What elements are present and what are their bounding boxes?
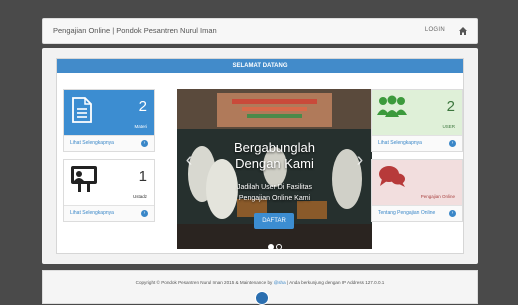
users-icon	[377, 95, 407, 117]
panel-title: SELAMAT DATANG	[57, 59, 463, 73]
slide-text-line2: Pengajian Online Kami	[238, 195, 311, 202]
card-materi: 2 Materi Lihat Selengkapnya ›	[63, 89, 155, 152]
footer-logo-icon	[255, 291, 269, 305]
login-link[interactable]: LOGIN	[425, 27, 445, 33]
chat-bubbles-icon	[379, 166, 405, 187]
materi-label: Materi	[134, 124, 147, 129]
arrow-circle-icon: ›	[141, 210, 148, 217]
slide-heading-line1: Bergabunglah	[234, 140, 315, 155]
user-link[interactable]: Lihat Selengkapnya ›	[372, 135, 462, 151]
arrow-circle-icon: ›	[449, 210, 456, 217]
ustadz-label: Ustadz	[132, 194, 147, 199]
main-container: SELAMAT DATANG 2 Materi Lihat Selengkapn…	[42, 48, 478, 264]
carousel-indicators	[177, 237, 372, 249]
document-icon	[72, 97, 92, 123]
welcome-panel: SELAMAT DATANG 2 Materi Lihat Selengkapn…	[56, 58, 464, 254]
navbar: Pengajian Online | Pondok Pesantren Nuru…	[42, 18, 478, 44]
arrow-circle-icon: ›	[141, 140, 148, 147]
card-ustadz: 1 Ustadz Lihat Selengkapnya ›	[63, 159, 155, 222]
pengajian-link-label: Tentang Pengajian Online	[378, 210, 436, 216]
ustadz-count: 1	[138, 168, 147, 185]
carousel-dot-2[interactable]	[275, 244, 282, 249]
materi-link-label: Lihat Selengkapnya	[70, 140, 114, 146]
slide-heading-line2: Dengan Kami	[235, 156, 314, 171]
footer-text: Copyright © Pondok Pesantren Nurul Iman …	[43, 280, 477, 285]
pengajian-link[interactable]: Tentang Pengajian Online ›	[372, 205, 462, 221]
daftar-button[interactable]: DAFTAR	[254, 213, 294, 229]
user-label: USER	[442, 124, 455, 129]
footer: Copyright © Pondok Pesantren Nurul Iman …	[42, 270, 478, 305]
footer-copyright: Copyright © Pondok Pesantren Nurul Iman …	[135, 280, 274, 285]
brand-title[interactable]: Pengajian Online | Pondok Pesantren Nuru…	[53, 26, 217, 35]
user-count: 2	[446, 98, 455, 115]
ustadz-link-label: Lihat Selengkapnya	[70, 210, 114, 216]
footer-maintainer-link[interactable]: @sha	[274, 280, 286, 285]
user-link-label: Lihat Selengkapnya	[378, 140, 422, 146]
pengajian-label: Pengajian Online	[420, 194, 455, 199]
footer-ip-text: | Anda berkunjung dengan IP Address 127.…	[285, 280, 385, 285]
ustadz-link[interactable]: Lihat Selengkapnya ›	[64, 205, 154, 221]
carousel-dot-1[interactable]	[267, 244, 274, 249]
carousel: ‹ › Bergabunglah Dengan Kami Jadilah Use…	[177, 89, 372, 249]
arrow-circle-icon: ›	[449, 140, 456, 147]
slide-text-line1: Jadilah User Di Fasilitas	[236, 184, 313, 191]
card-pengajian: Pengajian Online Tentang Pengajian Onlin…	[371, 159, 463, 222]
materi-link[interactable]: Lihat Selengkapnya ›	[64, 135, 154, 151]
chalkboard-teacher-icon	[71, 166, 97, 192]
home-icon[interactable]	[458, 26, 468, 36]
card-user: 2 USER Lihat Selengkapnya ›	[371, 89, 463, 152]
materi-count: 2	[138, 98, 147, 115]
